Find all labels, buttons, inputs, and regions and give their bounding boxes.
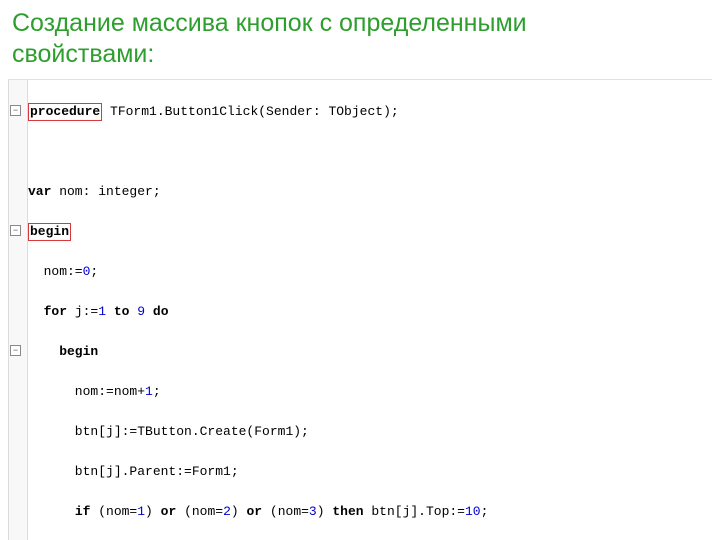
slide-title: Создание массива кнопок с определенными …: [0, 0, 720, 71]
code-editor: procedure TForm1.Button1Click(Sender: TO…: [8, 79, 712, 540]
code-block: procedure TForm1.Button1Click(Sender: TO…: [8, 80, 712, 540]
fold-icon[interactable]: [10, 345, 21, 356]
fold-gutter: [8, 80, 28, 540]
title-line-2: свойствами:: [12, 40, 154, 68]
title-line-1: Создание массива кнопок с определенными: [12, 9, 527, 37]
fold-icon[interactable]: [10, 105, 21, 116]
fold-icon[interactable]: [10, 225, 21, 236]
